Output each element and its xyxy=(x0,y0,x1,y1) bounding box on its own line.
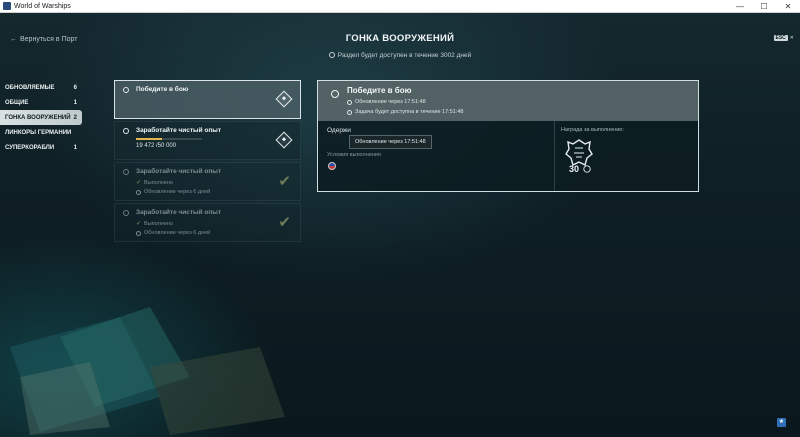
sidebar-item-label: ГОНКА ВООРУЖЕНИЙ xyxy=(5,114,71,121)
quest-title: Заработайте чистый опыт xyxy=(136,209,222,216)
radio-icon xyxy=(123,169,129,175)
star-icon[interactable]: ★ xyxy=(777,418,786,427)
radio-icon xyxy=(123,210,129,216)
sidebar-item-count: 1 xyxy=(73,99,77,106)
quest-card[interactable]: Заработайте чистый опыт ✓ Выполнено Обнов… xyxy=(114,162,301,201)
quest-detail-refresh: Обновление через 17:51:48 xyxy=(347,99,426,105)
clock-icon xyxy=(328,52,335,58)
quest-detail-header: Победите в бою Обновление через 17:51:48… xyxy=(318,81,698,121)
category-sidebar: ОБНОВЛЯЕМЫЕ 6 ОБЩИЕ 1 ГОНКА ВООРУЖЕНИЙ 2… xyxy=(0,80,82,155)
quest-title: Заработайте чистый опыт xyxy=(136,127,222,134)
sidebar-item-count: 2 xyxy=(73,114,77,121)
window-titlebar: World of Warships — ☐ ✕ xyxy=(0,0,800,13)
quest-task-text: Одержи xyxy=(327,127,351,134)
reward-amount: 30 xyxy=(569,164,579,174)
quest-status-text: Выполнено xyxy=(144,220,173,227)
clock-icon xyxy=(136,189,141,195)
sidebar-item-updatable[interactable]: ОБНОВЛЯЕМЫЕ 6 xyxy=(0,80,82,95)
quest-detail-body: Одержи Условия выполнения Награда за вып… xyxy=(318,121,698,191)
quest-title: Победите в бою xyxy=(136,86,189,93)
quest-detail-available: Задача будет доступна в течение 17:51:48 xyxy=(347,109,463,115)
close-icon: ✕ xyxy=(789,35,794,41)
maximize-button[interactable]: ☐ xyxy=(752,2,776,11)
quest-refresh: Обновление через 6 дней xyxy=(136,230,210,236)
sidebar-item-german-battleships[interactable]: ЛИНКОРЫ ГЕРМАНИИ xyxy=(0,125,82,140)
check-icon: ✓ xyxy=(136,180,142,186)
reward-camouflage-icon: 30 xyxy=(565,139,593,174)
sidebar-item-label: СУПЕРКОРАБЛИ xyxy=(5,144,55,151)
reward-diamond-icon xyxy=(275,90,293,108)
quest-refresh-text: Обновление через 6 дней xyxy=(144,230,211,236)
completed-check-icon: ✔ xyxy=(278,214,291,231)
refresh-tooltip: Обновление через 17:51:48 xyxy=(349,135,432,149)
column-divider xyxy=(554,121,555,191)
completed-check-icon: ✔ xyxy=(278,173,291,190)
conditions-label: Условия выполнения xyxy=(327,152,381,158)
sidebar-item-label: ЛИНКОРЫ ГЕРМАНИИ xyxy=(5,129,72,136)
clock-icon xyxy=(347,109,352,115)
esc-close-button[interactable]: ESC ✕ xyxy=(773,35,794,41)
game-client: ← Вернуться в Порт ГОНКА ВООРУЖЕНИЙ Разд… xyxy=(0,13,800,437)
clock-icon xyxy=(136,230,141,236)
sidebar-item-general[interactable]: ОБЩИЕ 1 xyxy=(0,95,82,110)
quest-detail-available-text: Задача будет доступна в течение 17:51:48 xyxy=(355,109,464,115)
sidebar-item-label: ОБНОВЛЯЕМЫЕ xyxy=(5,84,55,91)
quest-list: Победите в бою Заработайте чистый опыт 1… xyxy=(114,80,301,244)
close-button[interactable]: ✕ xyxy=(776,2,800,11)
quest-detail-title: Победите в бою xyxy=(347,86,412,95)
quest-detail-refresh-text: Обновление через 17:51:48 xyxy=(355,99,426,105)
reward-diamond-icon xyxy=(275,131,293,149)
quest-status: ✓ Выполнено xyxy=(136,220,173,228)
sidebar-item-arms-race[interactable]: ГОНКА ВООРУЖЕНИЙ 2 xyxy=(0,110,82,125)
sidebar-item-count: 6 xyxy=(73,84,77,91)
quest-card[interactable]: Победите в бою xyxy=(114,80,301,119)
nation-flag-icon xyxy=(328,162,336,170)
sidebar-item-superships[interactable]: СУПЕРКОРАБЛИ 1 xyxy=(0,140,82,155)
app-icon xyxy=(3,2,11,10)
quest-refresh: Обновление через 6 дней xyxy=(136,189,210,195)
radio-icon xyxy=(123,87,129,93)
quest-card[interactable]: Заработайте чистый опыт 19 472 /50 000 xyxy=(114,121,301,160)
page-title: ГОНКА ВООРУЖЕНИЙ xyxy=(345,33,455,44)
reward-label: Награда за выполнение: xyxy=(561,127,624,133)
check-icon: ✓ xyxy=(136,221,142,227)
window-title: World of Warships xyxy=(14,2,71,10)
background-decoration xyxy=(10,307,285,435)
quest-status: ✓ Выполнено xyxy=(136,179,173,187)
quest-progress-fill xyxy=(136,138,162,140)
sidebar-item-count: 1 xyxy=(73,144,77,151)
quest-card[interactable]: Заработайте чистый опыт ✓ Выполнено Обнов… xyxy=(114,203,301,242)
sidebar-item-label: ОБЩИЕ xyxy=(5,99,29,106)
radio-icon xyxy=(123,128,129,134)
quest-progress-bar xyxy=(136,138,202,140)
esc-key: ESC xyxy=(773,35,788,41)
quest-title: Заработайте чистый опыт xyxy=(136,168,222,175)
quest-status-text: Выполнено xyxy=(144,179,173,186)
quest-progress-text: 19 472 /50 000 xyxy=(136,143,177,149)
quest-refresh-text: Обновление через 6 дней xyxy=(144,189,211,195)
window-controls: — ☐ ✕ xyxy=(728,2,800,11)
minimize-button[interactable]: — xyxy=(728,2,752,11)
clock-icon xyxy=(347,99,352,105)
radio-icon xyxy=(331,90,339,98)
availability-text: Раздел будет доступен в течение 3002 дне… xyxy=(337,52,472,59)
section-availability: Раздел будет доступен в течение 3002 дне… xyxy=(0,52,800,59)
